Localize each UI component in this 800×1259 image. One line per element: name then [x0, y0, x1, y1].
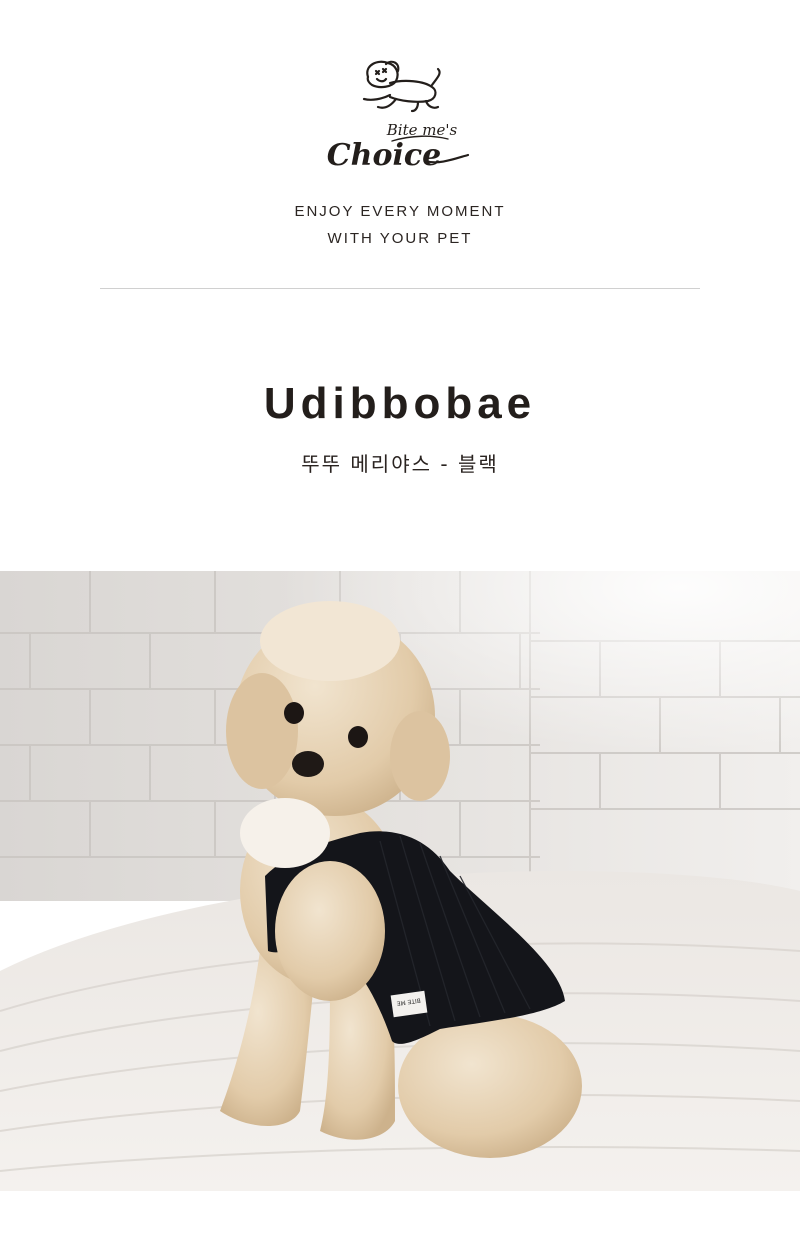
section-divider	[100, 288, 700, 289]
running-dog-icon	[362, 60, 441, 113]
tagline-line-1: ENJOY EVERY MOMENT	[294, 203, 506, 220]
product-subtitle: 뚜뚜 메리야스 - 블랙	[301, 452, 499, 476]
tagline-line-2: WITH YOUR PET	[327, 230, 473, 247]
product-title: Udibbobae	[263, 379, 537, 428]
dog-in-black-top-photo: BITE ME	[0, 571, 800, 1191]
brand-header: Bite me's Choice	[0, 55, 800, 185]
brand-logo: Bite me's Choice	[327, 60, 470, 173]
logo-main-text: Choice	[327, 138, 441, 173]
brand-tagline: ENJOY EVERY MOMENT WITH YOUR PET	[0, 198, 800, 252]
product-photo: BITE ME	[0, 571, 800, 1191]
